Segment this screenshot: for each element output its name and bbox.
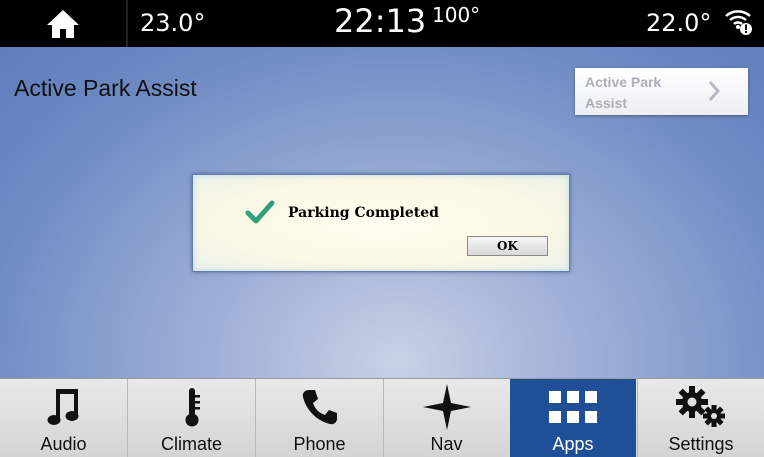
checkmark-icon — [245, 200, 275, 224]
status-bar: 23.0° 22:13 100° 22.0° — [0, 0, 764, 47]
bottom-nav: Audio Climate Phone Nav Apps Settings — [0, 378, 764, 457]
nav-nav-label: Nav — [430, 434, 463, 454]
nav-nav[interactable]: Nav — [384, 379, 509, 457]
nav-phone-label: Phone — [293, 434, 346, 454]
nav-settings[interactable]: Settings — [638, 379, 764, 457]
active-park-assist-button[interactable]: Active Park Assist — [575, 68, 748, 115]
driver-temperature[interactable]: 23.0° — [140, 0, 205, 47]
nav-apps-label: Apps — [552, 434, 594, 454]
sync-screen: 23.0° 22:13 100° 22.0° Active Park Assis… — [0, 0, 764, 457]
clock: 22:13 — [334, 2, 427, 40]
nav-phone[interactable]: Phone — [256, 379, 383, 457]
home-icon — [47, 9, 79, 38]
wifi-alert-icon — [725, 10, 752, 35]
nav-audio-label: Audio — [40, 434, 87, 454]
main-area: Active Park Assist Active Park Assist Pa… — [0, 47, 764, 378]
home-button[interactable] — [0, 0, 128, 47]
apps-grid-icon — [549, 391, 597, 423]
ok-button[interactable]: OK — [467, 236, 548, 256]
nav-climate-label: Climate — [160, 434, 222, 454]
dialog-message: Parking Completed — [288, 205, 439, 221]
nav-climate[interactable]: Climate — [128, 379, 255, 457]
active-park-assist-label: Active Park Assist — [585, 74, 662, 111]
thermometer-icon — [185, 388, 200, 427]
music-note-icon — [47, 389, 78, 425]
passenger-temperature[interactable]: 22.0° — [646, 0, 711, 47]
nav-apps[interactable]: Apps — [510, 379, 636, 457]
phone-icon — [302, 390, 337, 425]
page-title: Active Park Assist — [14, 75, 197, 101]
outside-temperature: 100° — [432, 3, 481, 27]
gears-icon — [676, 386, 725, 427]
compass-star-icon — [422, 384, 471, 430]
nav-settings-label: Settings — [668, 434, 734, 454]
nav-audio[interactable]: Audio — [0, 379, 127, 457]
parking-completed-dialog: Parking Completed OK — [192, 174, 570, 272]
chevron-right-icon — [708, 81, 721, 101]
